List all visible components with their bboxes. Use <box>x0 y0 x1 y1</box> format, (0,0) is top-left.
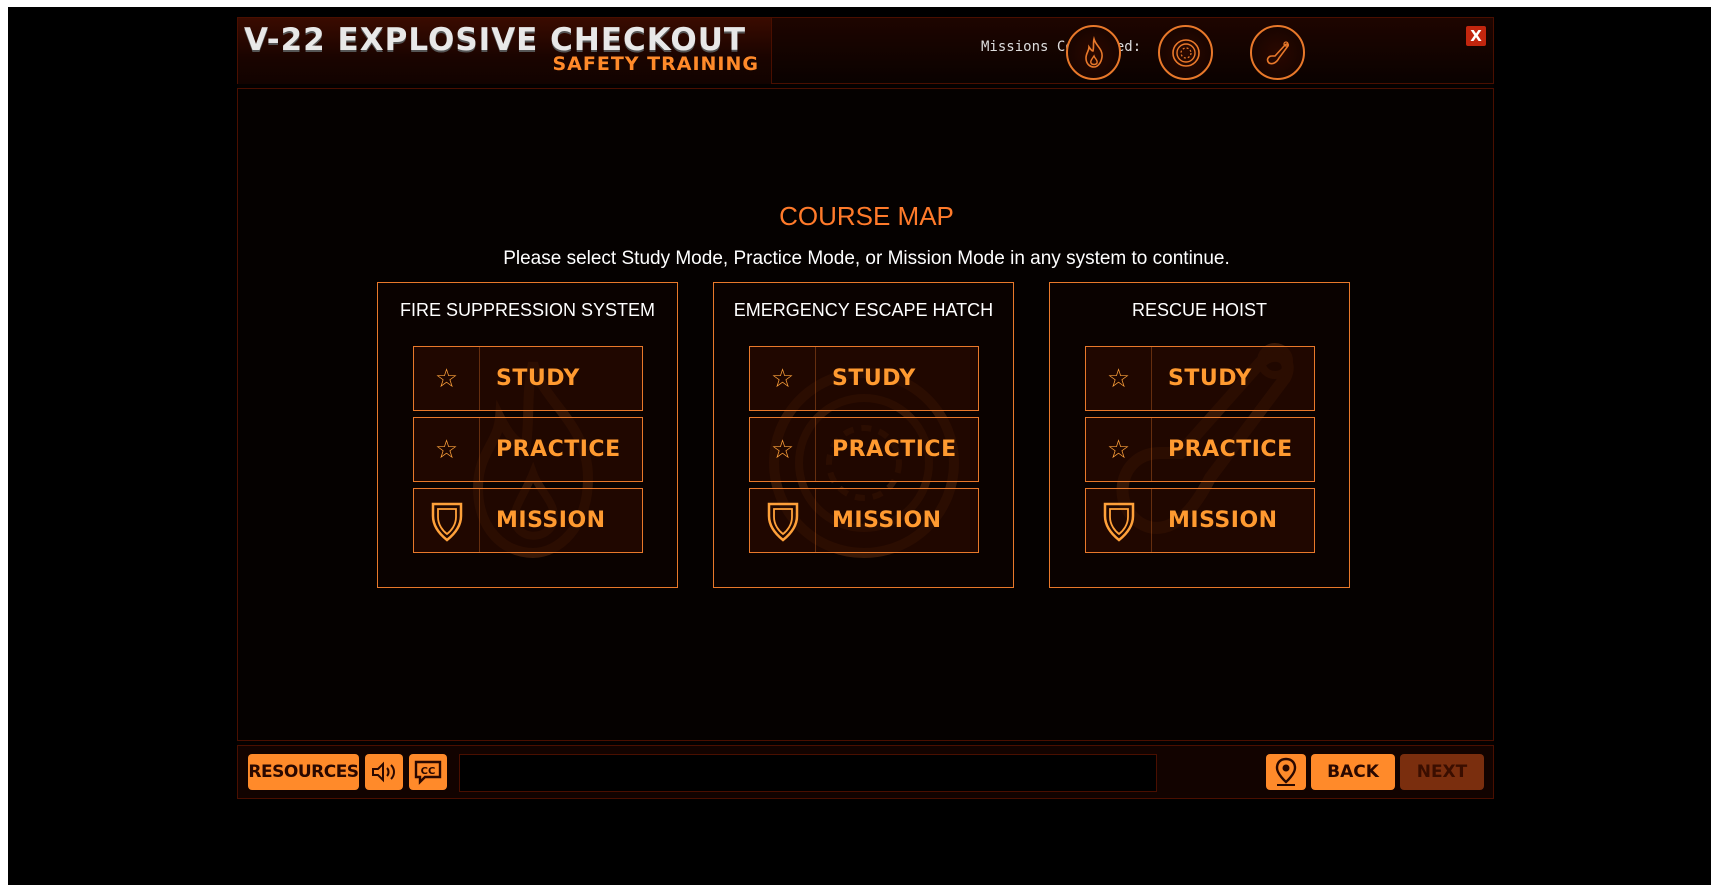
close-button[interactable]: X <box>1466 26 1486 46</box>
resources-button[interactable]: RESOURCES <box>248 754 359 790</box>
back-button[interactable]: BACK <box>1311 754 1395 790</box>
shield-icon <box>1086 489 1152 552</box>
header: V-22 EXPLOSIVE CHECKOUT SAFETY TRAINING … <box>237 17 1494 84</box>
practice-button[interactable]: ☆ PRACTICE <box>749 417 979 482</box>
page-title: COURSE MAP <box>779 201 954 231</box>
practice-label: PRACTICE <box>1168 437 1293 462</box>
caption-display <box>459 754 1157 792</box>
mission-label: MISSION <box>496 508 606 533</box>
cc-icon: CC <box>414 760 442 785</box>
hoist-badge-icon <box>1250 25 1305 80</box>
star-icon: ☆ <box>1086 418 1152 481</box>
study-button[interactable]: ☆ STUDY <box>749 346 979 411</box>
system-title: EMERGENCY ESCAPE HATCH <box>733 300 994 320</box>
closed-captions-button[interactable]: CC <box>409 754 447 790</box>
shield-icon <box>414 489 480 552</box>
system-card-rescue-hoist: RESCUE HOIST ☆ STUDY ☆ PRACTICE MISSION <box>1049 282 1350 588</box>
map-pin-icon <box>1275 757 1297 786</box>
speaker-icon <box>372 761 395 783</box>
next-button[interactable]: NEXT <box>1400 754 1484 790</box>
course-app: V-22 EXPLOSIVE CHECKOUT SAFETY TRAINING … <box>237 17 1494 799</box>
practice-label: PRACTICE <box>496 437 621 462</box>
top-edge <box>0 0 1711 7</box>
star-icon: ☆ <box>414 347 480 410</box>
hatch-badge-icon <box>1158 25 1213 80</box>
mission-label: MISSION <box>1168 508 1278 533</box>
course-logo: V-22 EXPLOSIVE CHECKOUT SAFETY TRAINING <box>238 18 772 84</box>
study-label: STUDY <box>496 366 580 391</box>
system-card-escape-hatch: EMERGENCY ESCAPE HATCH ☆ STUDY ☆ PRACTIC… <box>713 282 1014 588</box>
mission-button[interactable]: MISSION <box>1085 488 1315 553</box>
audio-button[interactable] <box>365 754 403 790</box>
cc-text: CC <box>421 766 436 777</box>
course-subtitle: SAFETY TRAINING <box>552 53 759 75</box>
star-icon: ☆ <box>414 418 480 481</box>
mission-button[interactable]: MISSION <box>413 488 643 553</box>
star-icon: ☆ <box>750 418 816 481</box>
left-edge <box>0 0 8 885</box>
mission-button[interactable]: MISSION <box>749 488 979 553</box>
mission-label: MISSION <box>832 508 942 533</box>
instruction-text: Please select Study Mode, Practice Mode,… <box>503 248 1230 269</box>
study-button[interactable]: ☆ STUDY <box>413 346 643 411</box>
system-title: RESCUE HOIST <box>1131 300 1268 320</box>
practice-button[interactable]: ☆ PRACTICE <box>413 417 643 482</box>
course-map-button[interactable] <box>1266 754 1306 790</box>
practice-button[interactable]: ☆ PRACTICE <box>1085 417 1315 482</box>
system-card-fire-suppression: FIRE SUPPRESSION SYSTEM ☆ STUDY ☆ PRACTI… <box>377 282 678 588</box>
system-title: FIRE SUPPRESSION SYSTEM <box>399 300 656 320</box>
star-icon: ☆ <box>750 347 816 410</box>
study-button[interactable]: ☆ STUDY <box>1085 346 1315 411</box>
footer-toolbar: RESOURCES CC BACK NEXT <box>237 745 1494 799</box>
study-label: STUDY <box>1168 366 1252 391</box>
practice-label: PRACTICE <box>832 437 957 462</box>
fire-badge-icon <box>1066 25 1121 80</box>
page: V-22 EXPLOSIVE CHECKOUT SAFETY TRAINING … <box>0 0 1711 885</box>
course-map-panel: COURSE MAP Please select Study Mode, Pra… <box>237 88 1494 741</box>
shield-icon <box>750 489 816 552</box>
star-icon: ☆ <box>1086 347 1152 410</box>
study-label: STUDY <box>832 366 916 391</box>
